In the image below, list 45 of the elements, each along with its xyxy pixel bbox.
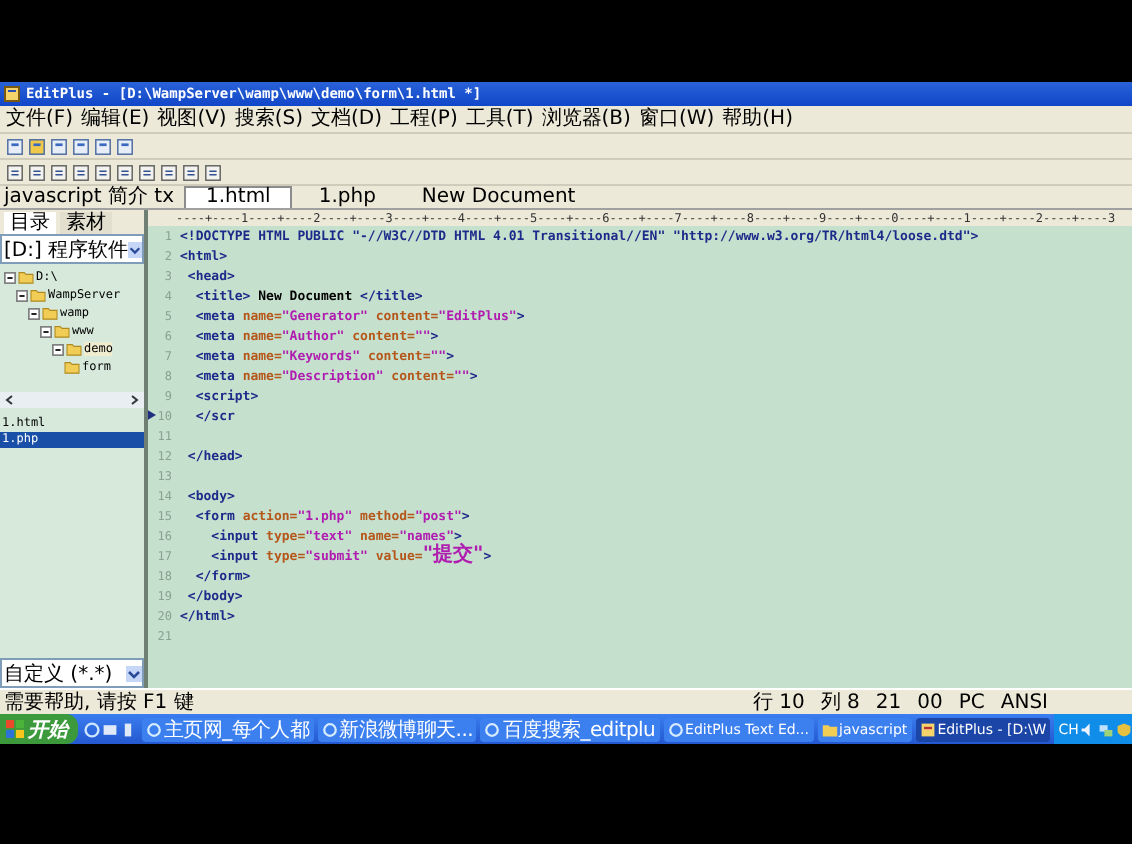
menu-item[interactable]: 视图(V) [157, 107, 227, 131]
menu-item[interactable]: 窗口(W) [638, 107, 715, 131]
menu-item[interactable]: 工程(P) [390, 107, 458, 131]
taskbar-button[interactable]: 主页网_每个人都 [142, 717, 314, 741]
filter-dropdown[interactable]: 自定义 (*.*) [0, 658, 144, 688]
menu-item[interactable]: 编辑(E) [81, 107, 150, 131]
taskbar-button[interactable]: 新浪微博聊天... [317, 717, 477, 741]
document-tab[interactable]: New Document [401, 188, 596, 208]
document-tab[interactable]: javascript 简介 tx [0, 188, 179, 208]
menu-item[interactable]: 文档(D) [311, 107, 383, 131]
document-tab[interactable]: 1.php [298, 188, 396, 208]
caret-icon [128, 241, 142, 257]
status-field: 行 10 [752, 691, 805, 713]
sidebar-tab[interactable]: 素材 [60, 212, 112, 234]
browser-icon [146, 721, 162, 737]
menu-item[interactable]: 浏览器(B) [541, 107, 631, 131]
windows-logo-icon [6, 720, 24, 738]
browser-icon [321, 721, 338, 737]
status-field: 列 8 [820, 691, 860, 713]
drive-dropdown[interactable]: [D:] 程序软件 [0, 234, 144, 264]
status-field: 00 [917, 691, 943, 713]
document-tab[interactable]: 1.html [184, 186, 293, 208]
collapse-icon[interactable] [4, 271, 16, 283]
collapse-icon[interactable] [40, 325, 52, 337]
status-field: ANSI [1000, 691, 1048, 713]
browser-icon [484, 721, 501, 737]
app-icon [4, 86, 20, 102]
caret-icon [126, 665, 142, 681]
menu-item[interactable]: 文件(F) [6, 107, 74, 131]
collapse-icon[interactable] [28, 307, 40, 319]
menu-item[interactable]: 帮助(H) [722, 107, 793, 131]
start-button[interactable]: 开始 [0, 714, 78, 744]
status-message: 需要帮助, 请按 F1 键 [4, 689, 194, 716]
sidebar-tab[interactable]: 目录 [4, 212, 56, 234]
status-field: 21 [875, 691, 902, 713]
collapse-icon[interactable] [52, 343, 64, 355]
menu-item[interactable]: 工具(T) [465, 107, 534, 131]
browser-icon [667, 721, 684, 737]
menu-item[interactable]: 搜索(S) [234, 107, 303, 131]
app-icon [919, 721, 936, 737]
collapse-icon[interactable] [16, 289, 28, 301]
browser-icon[interactable] [84, 721, 100, 737]
horizontal-scrollbar[interactable] [0, 392, 144, 408]
status-field: PC [958, 691, 985, 713]
taskbar-button[interactable]: 百度搜索_editplu [480, 717, 660, 741]
